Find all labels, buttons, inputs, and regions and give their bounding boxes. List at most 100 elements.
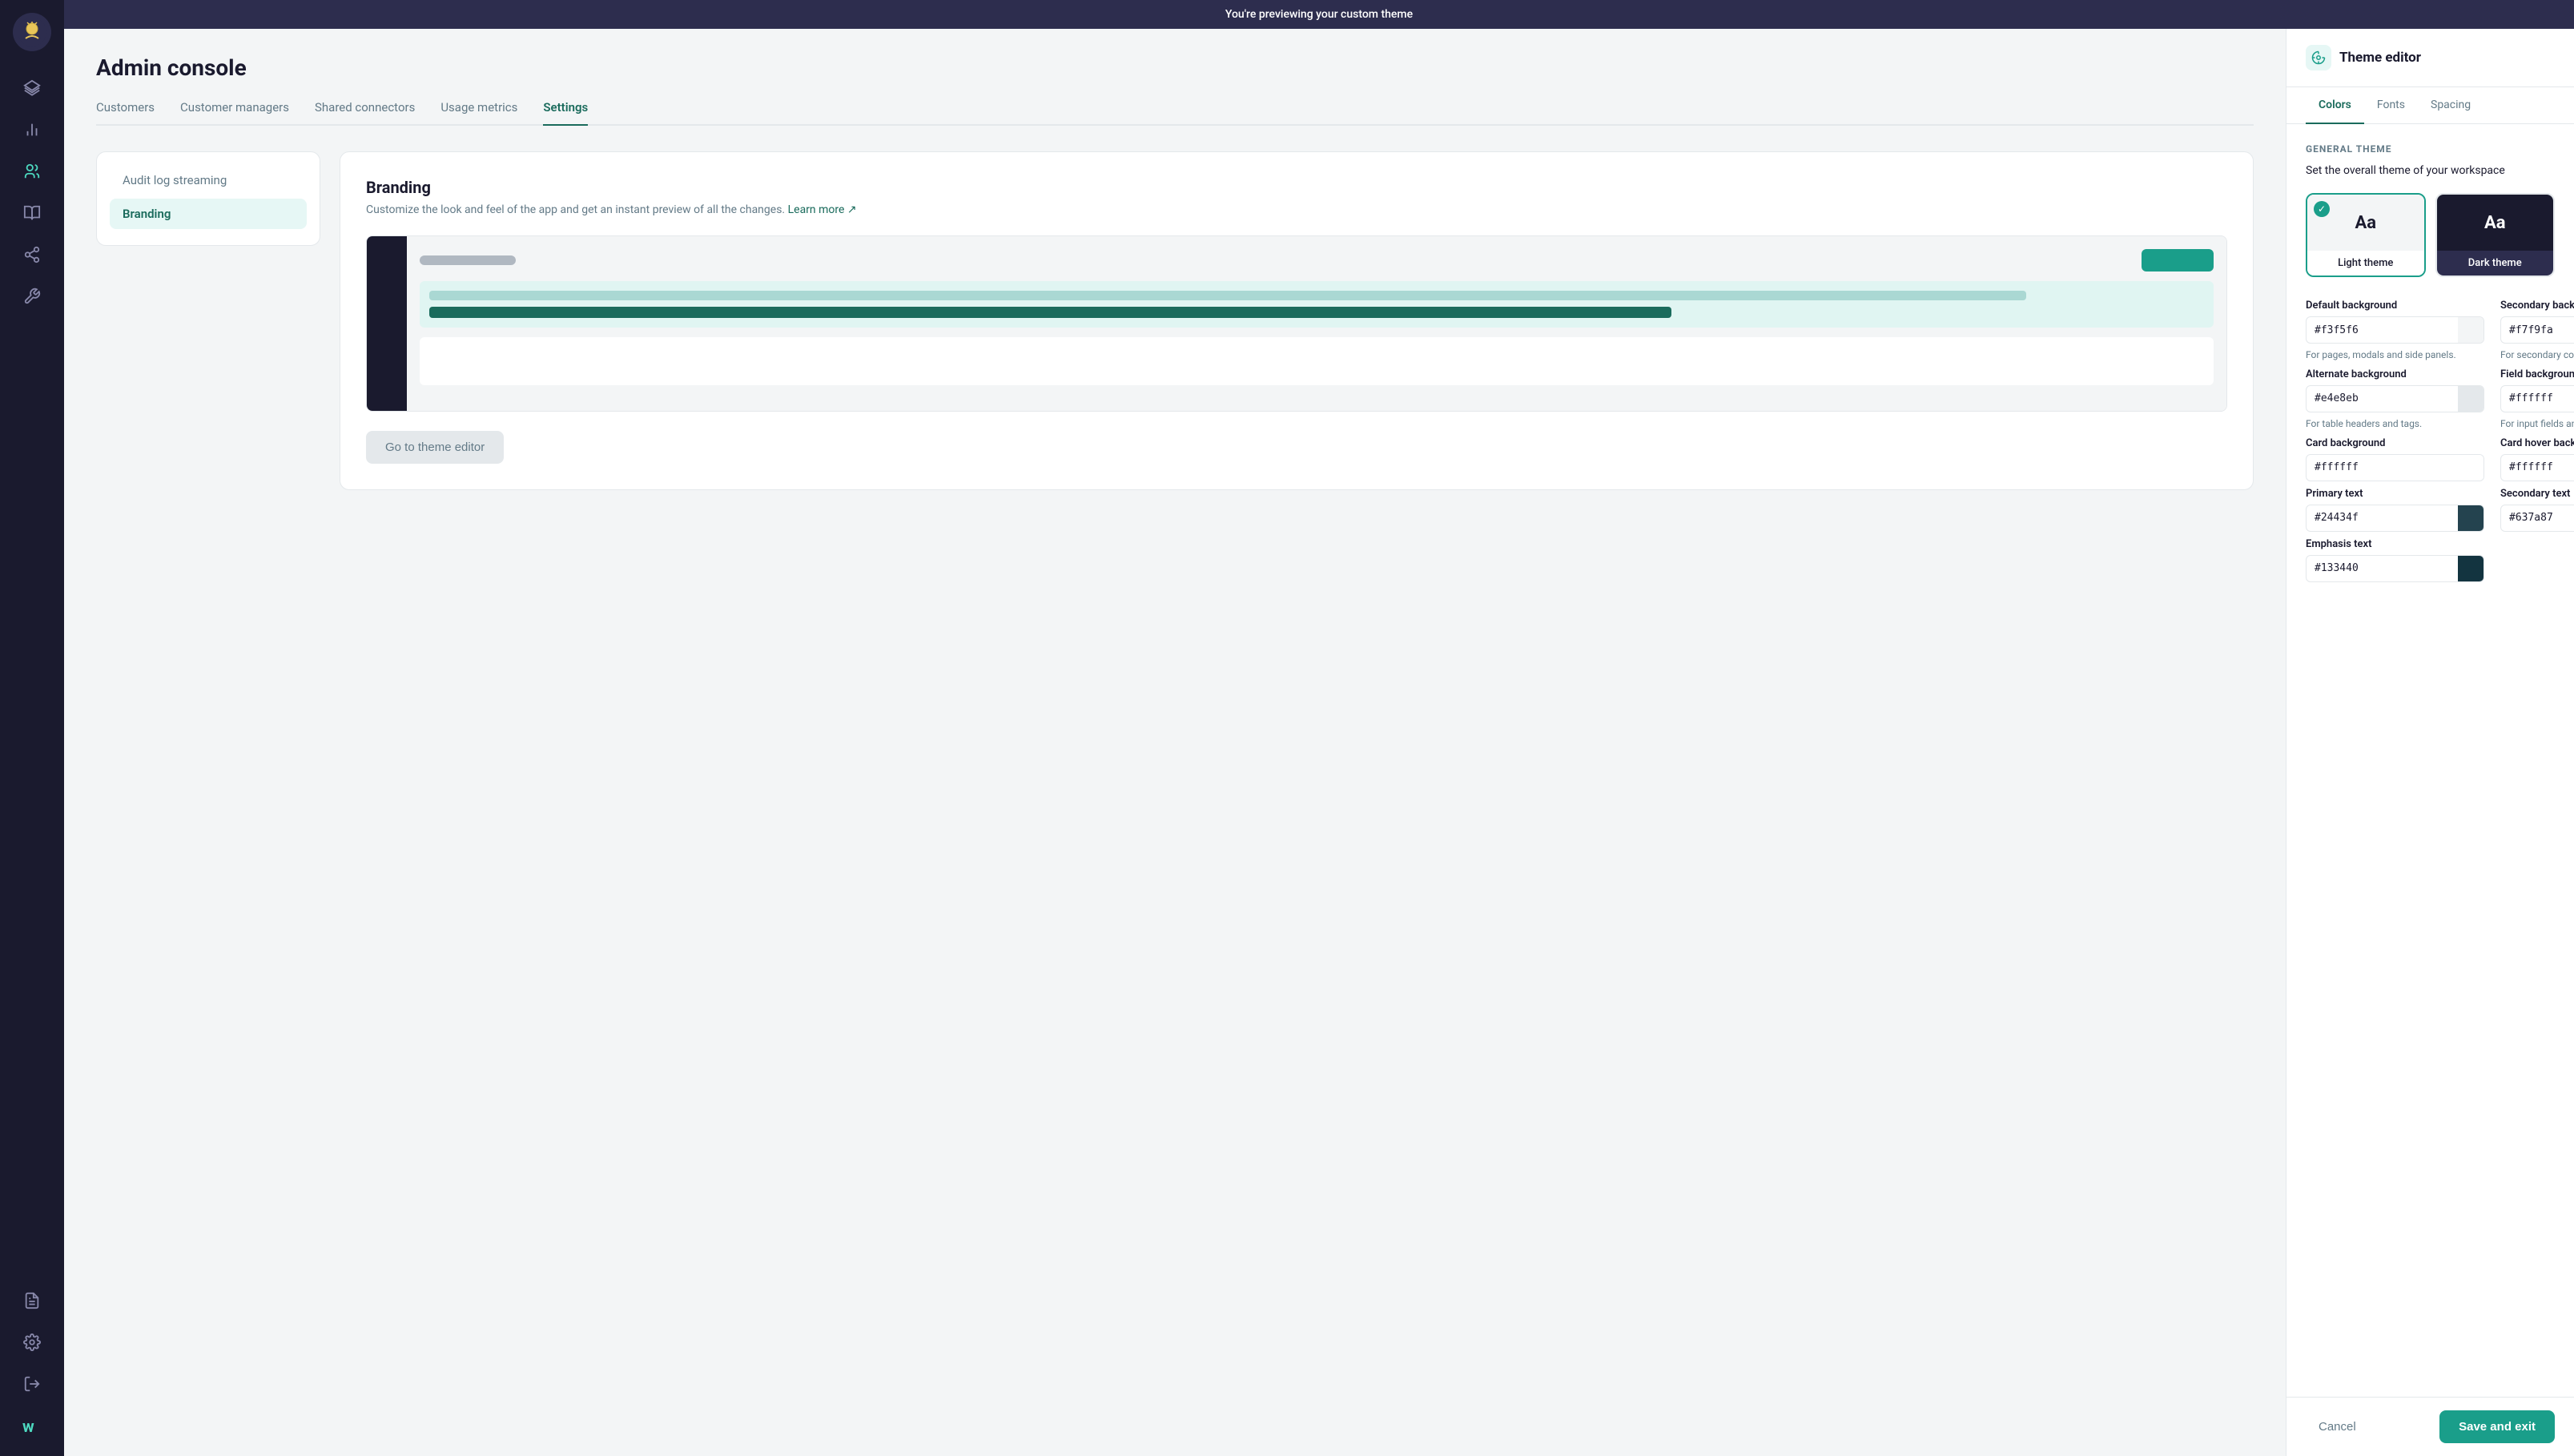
color-field-group: Card hover background xyxy=(2500,437,2574,481)
tab-shared-connectors[interactable]: Shared connectors xyxy=(315,100,415,126)
color-field-label: Emphasis text xyxy=(2306,538,2484,550)
color-field-group: Default background For pages, modals and … xyxy=(2306,300,2484,362)
preview-white-area xyxy=(420,337,2214,385)
color-field-group: Secondary text xyxy=(2500,488,2574,532)
color-hex-input[interactable] xyxy=(2501,505,2574,530)
main-area: You're previewing your custom theme Admi… xyxy=(64,0,2574,1456)
color-field-input-row xyxy=(2306,555,2484,582)
color-swatch[interactable] xyxy=(2458,386,2484,412)
preview-card xyxy=(420,281,2214,328)
theme-options: ✓ Aa Light theme Aa Dark theme xyxy=(2306,193,2555,277)
color-swatch[interactable] xyxy=(2458,317,2484,343)
color-field-label: Secondary text xyxy=(2500,488,2574,500)
dark-theme-preview: Aa xyxy=(2437,195,2554,251)
sidebar-item-books[interactable] xyxy=(14,195,50,231)
dark-theme-option[interactable]: Aa Dark theme xyxy=(2435,193,2556,277)
color-field-desc: For input fields and canvas. xyxy=(2500,417,2574,431)
theme-editor-panel: Theme editor Colors Fonts Spacing GENERA… xyxy=(2286,29,2574,1456)
color-hex-input[interactable] xyxy=(2307,318,2458,343)
editor-body: GENERAL THEME Set the overall theme of y… xyxy=(2286,124,2574,1397)
app-logo[interactable] xyxy=(13,13,51,51)
color-swatch[interactable] xyxy=(2458,505,2484,531)
color-field-group: Card background xyxy=(2306,437,2484,481)
editor-footer: Cancel Save and exit xyxy=(2286,1397,2574,1456)
preview-top-row xyxy=(420,249,2214,271)
color-hex-input[interactable] xyxy=(2307,556,2458,581)
tab-usage-metrics[interactable]: Usage metrics xyxy=(440,100,517,126)
sidebar-item-logout[interactable] xyxy=(14,1366,50,1402)
preview-card-bar-2 xyxy=(429,307,1671,318)
color-hex-input[interactable] xyxy=(2501,455,2574,480)
color-swatch[interactable] xyxy=(2458,455,2484,481)
theme-preview xyxy=(366,235,2227,412)
color-hex-input[interactable] xyxy=(2307,505,2458,530)
cancel-button[interactable]: Cancel xyxy=(2306,1412,2369,1442)
color-field-group: Secondary background For secondary conten… xyxy=(2500,300,2574,362)
theme-editor-icon xyxy=(2306,45,2331,70)
color-fields-row: Card backgroundCard hover background xyxy=(2306,437,2555,481)
branding-panel: Branding Customize the look and feel of … xyxy=(340,151,2254,490)
check-icon: ✓ xyxy=(2314,201,2330,217)
color-field-label: Secondary background xyxy=(2500,300,2574,312)
sidebar-item-analytics[interactable] xyxy=(14,112,50,147)
dark-theme-label: Dark theme xyxy=(2437,251,2554,276)
color-field-group: Primary text xyxy=(2306,488,2484,532)
branding-title: Branding xyxy=(366,178,2227,197)
color-field-input-row xyxy=(2500,505,2574,532)
color-field-label: Alternate background xyxy=(2306,368,2484,380)
nav-branding[interactable]: Branding xyxy=(110,199,307,229)
preview-banner: You're previewing your custom theme xyxy=(64,0,2574,29)
nav-audit-log[interactable]: Audit log streaming xyxy=(110,165,307,195)
light-theme-option[interactable]: ✓ Aa Light theme xyxy=(2306,193,2426,277)
preview-main-area xyxy=(407,236,2226,411)
color-field-desc: For secondary content or disabled state. xyxy=(2500,348,2574,362)
theme-editor-title: Theme editor xyxy=(2339,50,2421,66)
sidebar-item-tools[interactable] xyxy=(14,279,50,314)
sidebar-item-users[interactable] xyxy=(14,154,50,189)
light-theme-label: Light theme xyxy=(2307,251,2424,276)
theme-editor-header: Theme editor xyxy=(2286,29,2574,87)
color-swatch[interactable] xyxy=(2458,556,2484,581)
color-field-input-row xyxy=(2306,454,2484,481)
color-hex-input[interactable] xyxy=(2307,386,2458,411)
sidebar-item-share[interactable] xyxy=(14,237,50,272)
tab-customer-managers[interactable]: Customer managers xyxy=(180,100,289,126)
color-field-desc: For pages, modals and side panels. xyxy=(2306,348,2484,362)
tab-settings[interactable]: Settings xyxy=(543,100,588,126)
sidebar-item-workato[interactable]: w xyxy=(14,1408,50,1443)
learn-more-link[interactable]: Learn more ↗ xyxy=(788,203,857,216)
general-theme-label: GENERAL THEME xyxy=(2306,143,2555,155)
nav-tabs: Customers Customer managers Shared conne… xyxy=(96,100,2254,126)
content-wrapper: Admin console Customers Customer manager… xyxy=(64,29,2574,1456)
sidebar-item-settings[interactable] xyxy=(14,1325,50,1360)
color-field-group: Field backgroundFor input fields and can… xyxy=(2500,368,2574,431)
color-field-group: Emphasis text xyxy=(2306,538,2484,582)
settings-sidebar: Audit log streaming Branding xyxy=(96,151,320,490)
color-fields-container: Default background For pages, modals and … xyxy=(2306,300,2555,582)
color-hex-input[interactable] xyxy=(2501,386,2574,411)
page-title: Admin console xyxy=(96,54,2254,81)
editor-tab-colors[interactable]: Colors xyxy=(2306,87,2364,124)
svg-text:w: w xyxy=(22,1417,34,1436)
save-exit-button[interactable]: Save and exit xyxy=(2439,1410,2555,1443)
preview-banner-text: You're previewing your custom theme xyxy=(1225,8,1413,21)
color-field-group: Alternate background For table headers an… xyxy=(2306,368,2484,431)
color-hex-input[interactable] xyxy=(2307,455,2458,480)
sidebar-item-reports[interactable] xyxy=(14,1283,50,1318)
sidebar-item-layers[interactable] xyxy=(14,70,50,106)
color-field-input-row xyxy=(2306,316,2484,344)
tab-customers[interactable]: Customers xyxy=(96,100,155,126)
color-field-input-row xyxy=(2500,316,2574,344)
color-field-label: Default background xyxy=(2306,300,2484,312)
go-theme-editor-button[interactable]: Go to theme editor xyxy=(366,431,504,464)
settings-nav: Audit log streaming Branding xyxy=(96,151,320,246)
branding-description: Customize the look and feel of the app a… xyxy=(366,203,2227,216)
settings-layout: Audit log streaming Branding Branding Cu… xyxy=(96,151,2254,490)
preview-gray-bar xyxy=(420,255,516,265)
editor-tab-fonts[interactable]: Fonts xyxy=(2364,87,2418,124)
color-field-label: Primary text xyxy=(2306,488,2484,500)
color-field-desc: For table headers and tags. xyxy=(2306,417,2484,431)
editor-tab-spacing[interactable]: Spacing xyxy=(2418,87,2484,124)
color-hex-input[interactable] xyxy=(2501,318,2574,343)
color-fields-row: Emphasis text xyxy=(2306,538,2555,582)
